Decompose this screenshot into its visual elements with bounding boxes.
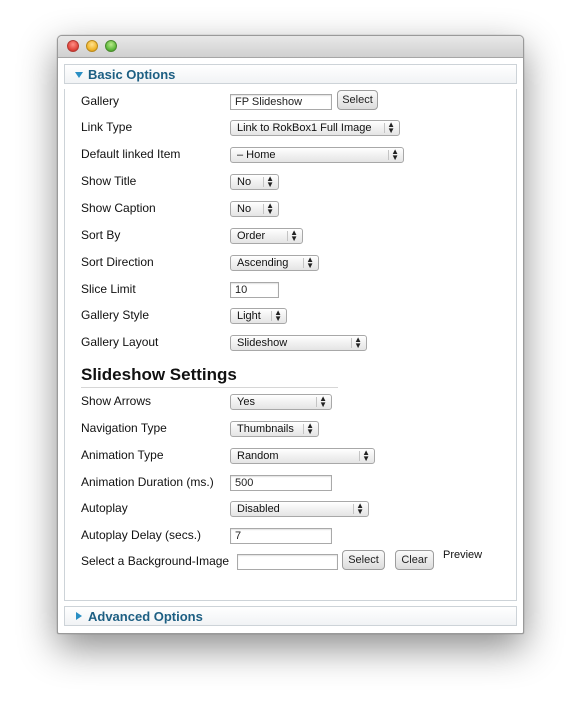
select-arrows-icon: ▲ ▼: [356, 501, 364, 516]
background-image-select-button[interactable]: Select: [342, 550, 385, 570]
gallery-style-label: Gallery Style: [81, 308, 150, 322]
gallery-layout-select[interactable]: Slideshow ▲ ▼: [230, 335, 367, 351]
sort-direction-select[interactable]: Ascending ▲ ▼: [230, 255, 319, 271]
animation-type-label: Animation Type: [81, 448, 164, 462]
gallery-style-select[interactable]: Light ▲ ▼: [230, 308, 287, 324]
minimize-window-button[interactable]: [86, 40, 98, 52]
background-image-label: Select a Background-Image: [81, 554, 230, 568]
show-title-value: No: [237, 176, 252, 188]
link-type-label: Link Type: [81, 120, 133, 134]
background-image-field[interactable]: [237, 554, 338, 570]
show-arrows-label: Show Arrows: [81, 394, 152, 408]
animation-type-value: Random: [237, 450, 279, 462]
gallery-label: Gallery: [81, 94, 120, 108]
sort-by-select[interactable]: Order ▲ ▼: [230, 228, 303, 244]
autoplay-delay-field[interactable]: 7: [230, 528, 332, 544]
navigation-type-label: Navigation Type: [81, 421, 167, 435]
default-linked-item-value: – Home: [237, 149, 276, 161]
default-linked-item-label: Default linked Item: [81, 147, 181, 161]
select-arrows-icon: ▲ ▼: [290, 228, 298, 243]
window-titlebar[interactable]: [58, 36, 523, 58]
animation-type-select[interactable]: Random ▲ ▼: [230, 448, 375, 464]
gallery-style-value: Light: [237, 310, 261, 322]
sort-by-label: Sort By: [81, 228, 121, 242]
advanced-options-title: Advanced Options: [88, 609, 203, 624]
show-caption-select[interactable]: No ▲ ▼: [230, 201, 279, 217]
select-arrows-icon: ▲ ▼: [391, 147, 399, 162]
slice-limit-field[interactable]: 10: [230, 282, 279, 298]
navigation-type-select[interactable]: Thumbnails ▲ ▼: [230, 421, 319, 437]
show-arrows-select[interactable]: Yes ▲ ▼: [230, 394, 332, 410]
select-arrows-icon: ▲ ▼: [354, 335, 362, 350]
zoom-window-button[interactable]: [105, 40, 117, 52]
background-image-clear-button[interactable]: Clear: [395, 550, 434, 570]
sort-direction-label: Sort Direction: [81, 255, 154, 269]
select-arrows-icon: ▲ ▼: [266, 201, 274, 216]
gallery-layout-value: Slideshow: [237, 337, 288, 349]
basic-options-header[interactable]: Basic Options: [64, 64, 517, 84]
section-divider: [81, 387, 338, 388]
select-arrows-icon: ▲ ▼: [306, 421, 314, 436]
options-window: Basic Options Gallery FP Slideshow Selec…: [57, 35, 524, 634]
background-image-preview-label: Preview: [443, 549, 483, 561]
collapsed-triangle-icon: [76, 612, 82, 620]
autoplay-select[interactable]: Disabled ▲ ▼: [230, 501, 369, 517]
autoplay-delay-label: Autoplay Delay (secs.): [81, 528, 202, 542]
close-window-button[interactable]: [67, 40, 79, 52]
select-arrows-icon: ▲ ▼: [319, 394, 327, 409]
link-type-select[interactable]: Link to RokBox1 Full Image ▲ ▼: [230, 120, 400, 136]
slice-limit-label: Slice Limit: [81, 282, 136, 296]
basic-options-title: Basic Options: [88, 67, 176, 82]
sort-by-value: Order: [237, 230, 266, 242]
navigation-type-value: Thumbnails: [237, 423, 294, 435]
show-title-label: Show Title: [81, 174, 137, 188]
select-arrows-icon: ▲ ▼: [266, 174, 274, 189]
select-arrows-icon: ▲ ▼: [306, 255, 314, 270]
advanced-options-header[interactable]: Advanced Options: [64, 606, 517, 626]
show-arrows-value: Yes: [237, 396, 255, 408]
gallery-field[interactable]: FP Slideshow: [230, 94, 332, 110]
show-title-select[interactable]: No ▲ ▼: [230, 174, 279, 190]
autoplay-value: Disabled: [237, 503, 280, 515]
gallery-select-button[interactable]: Select: [337, 90, 378, 110]
show-caption-label: Show Caption: [81, 201, 156, 215]
link-type-value: Link to RokBox1 Full Image: [237, 122, 372, 134]
show-caption-value: No: [237, 203, 252, 215]
expanded-triangle-icon: [75, 72, 83, 78]
select-arrows-icon: ▲ ▼: [387, 120, 395, 135]
animation-duration-label: Animation Duration (ms.): [81, 475, 214, 489]
sort-direction-value: Ascending: [237, 257, 289, 269]
animation-duration-field[interactable]: 500: [230, 475, 332, 491]
slideshow-settings-heading: Slideshow Settings: [81, 365, 237, 384]
autoplay-label: Autoplay: [81, 501, 128, 515]
gallery-layout-label: Gallery Layout: [81, 335, 159, 349]
select-arrows-icon: ▲ ▼: [362, 448, 370, 463]
default-linked-item-select[interactable]: – Home ▲ ▼: [230, 147, 404, 163]
select-arrows-icon: ▲ ▼: [274, 308, 282, 323]
